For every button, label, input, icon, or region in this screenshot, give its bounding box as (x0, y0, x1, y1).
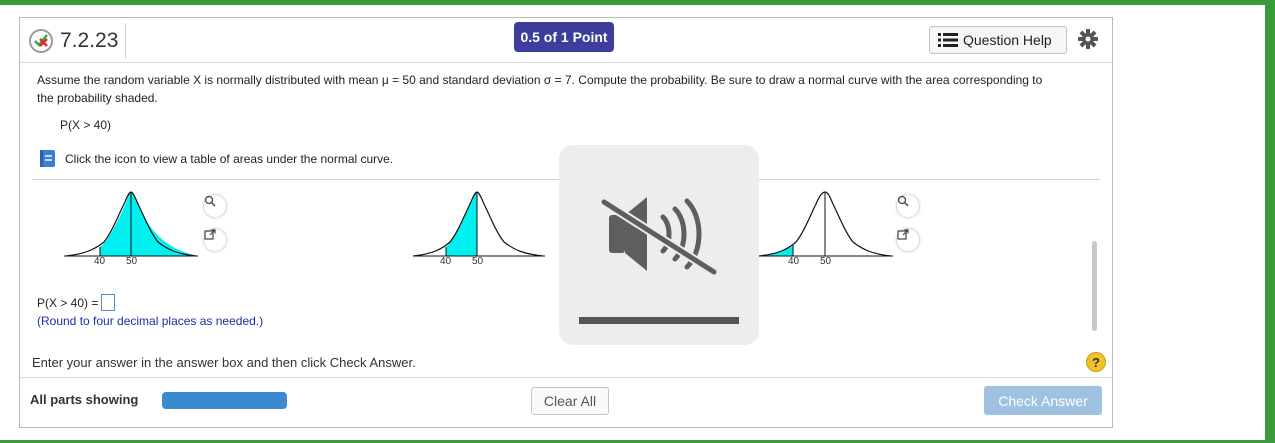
popout-icon[interactable] (897, 229, 919, 251)
tick-label: 40 (788, 256, 800, 267)
normal-curve-choice-a[interactable]: 40 50 (64, 186, 226, 278)
answer-input[interactable] (101, 294, 116, 311)
question-help-label: Question Help (963, 32, 1052, 48)
popout-icon[interactable] (204, 229, 226, 251)
question-help-button[interactable]: Question Help (929, 26, 1067, 54)
answer-label: P(X > 40) = (37, 295, 99, 310)
volume-muted-overlay (559, 145, 759, 345)
parts-showing-label: All parts showing (30, 392, 139, 407)
question-prompt: Assume the random variable X is normally… (37, 73, 1043, 105)
clear-all-button[interactable]: Clear All (531, 387, 609, 415)
question-header: 7.2.23 0.5 of 1 Point Question Help (20, 18, 1112, 63)
question-number: 7.2.23 (60, 29, 119, 52)
scrollbar[interactable] (1092, 241, 1097, 331)
answer-line: P(X > 40) = (37, 294, 116, 311)
instruction-text: Enter your answer in the answer box and … (32, 355, 416, 370)
probability-expression: P(X > 40) (60, 118, 112, 132)
progress-bar (162, 392, 287, 409)
normal-curve-choice-b[interactable]: 40 50 (413, 186, 573, 278)
gear-icon[interactable] (1077, 28, 1099, 50)
tick-label: 40 (440, 256, 452, 267)
normal-curve-graph-c (759, 191, 893, 257)
normal-curve-graph-b (413, 191, 545, 257)
list-icon (938, 33, 958, 47)
muted-speaker-icon (601, 197, 717, 276)
tick-label: 50 (472, 256, 484, 267)
normal-table-link[interactable]: Click the icon to view a table of areas … (39, 149, 393, 168)
zoom-icon[interactable] (204, 195, 226, 217)
help-question-icon[interactable]: ? (1086, 352, 1106, 372)
question-id-box: 7.2.23 (25, 23, 126, 59)
zoom-icon[interactable] (897, 195, 919, 217)
normal-table-link-text: Click the icon to view a table of areas … (65, 151, 394, 166)
normal-curve-choice-c[interactable]: 40 50 (759, 186, 919, 278)
footer-bar: All parts showing Clear All Check Answer (20, 377, 1112, 428)
normal-curve-graph-a (64, 191, 198, 257)
points-badge: 0.5 of 1 Point (514, 22, 614, 52)
book-icon[interactable] (39, 149, 57, 168)
tick-label: 50 (126, 256, 138, 267)
check-answer-button[interactable]: Check Answer (984, 386, 1102, 415)
rounding-note: (Round to four decimal places as needed.… (37, 314, 264, 328)
tick-label: 50 (820, 256, 832, 267)
tick-label: 40 (94, 256, 106, 267)
volume-level-bar (579, 317, 739, 324)
partial-credit-icon (29, 29, 53, 53)
